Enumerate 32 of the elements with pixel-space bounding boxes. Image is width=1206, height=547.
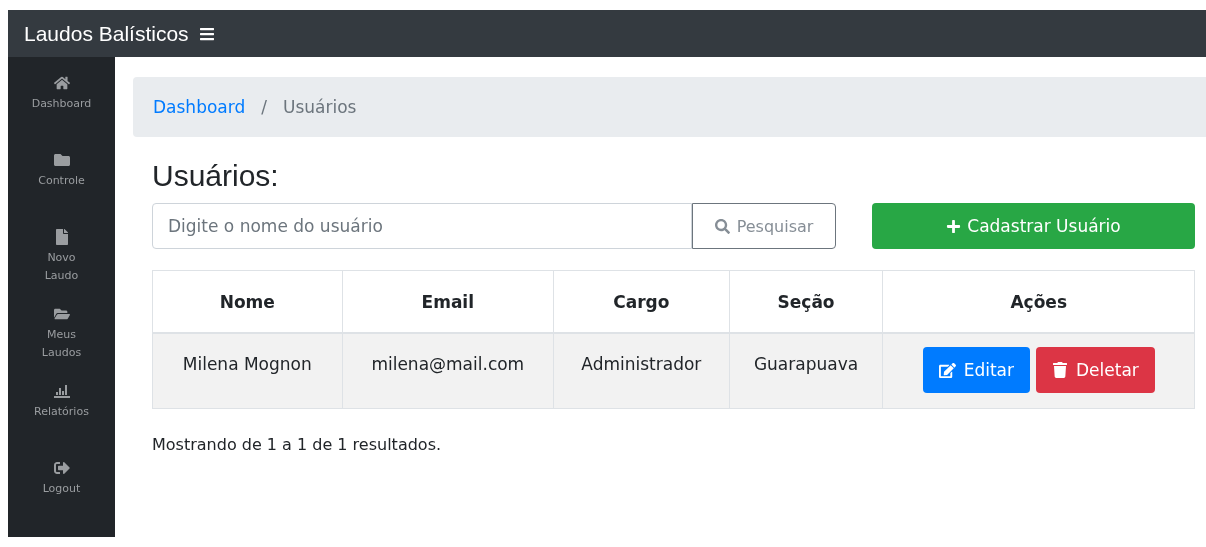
folder-icon	[53, 306, 70, 322]
breadcrumb-link[interactable]: Dashboard	[153, 97, 246, 117]
app-title: Laudos Balísticos	[24, 21, 189, 46]
breadcrumb-separator: /	[261, 97, 267, 117]
trash-icon	[1052, 362, 1068, 379]
search-field[interactable]: Digite o nome do usuário	[152, 203, 692, 249]
sidebar-item[interactable]: Meus Laudos	[30, 306, 93, 383]
bar-chart-icon	[53, 383, 70, 399]
sidebar-item[interactable]: Relatórios	[30, 383, 93, 460]
table-cell: milena@mail.com	[342, 333, 554, 408]
edit-button[interactable]: Editar	[922, 347, 1030, 394]
search-button[interactable]: Pesquisar	[692, 203, 836, 249]
plus-icon	[946, 218, 962, 234]
delete-button[interactable]: Deletar	[1036, 347, 1155, 394]
sidebar-item[interactable]: Logout	[30, 460, 93, 537]
sidebar-item[interactable]: Dashboard	[30, 75, 93, 152]
logout-icon	[53, 460, 70, 476]
folder-icon	[53, 152, 70, 168]
search-icon	[714, 218, 730, 234]
add-user-button[interactable]: Cadastrar Usuário	[872, 203, 1195, 249]
page-title: Usuários:	[152, 159, 280, 193]
sidebar-item[interactable]: Controle	[30, 152, 93, 229]
home-icon	[53, 75, 70, 91]
table-cell: Milena Mognon	[152, 333, 343, 408]
sidebar-item[interactable]: Novo Laudo	[30, 229, 93, 306]
table-cell: Guarapuava	[729, 333, 883, 408]
breadcrumb-current: Usuários	[282, 97, 357, 117]
file-icon	[53, 229, 70, 245]
menu-icon[interactable]	[198, 25, 215, 42]
results-summary: Mostrando de 1 a 1 de 1 resultados.	[152, 434, 443, 454]
edit-icon	[938, 361, 956, 379]
table-cell: Administrador	[553, 333, 730, 408]
